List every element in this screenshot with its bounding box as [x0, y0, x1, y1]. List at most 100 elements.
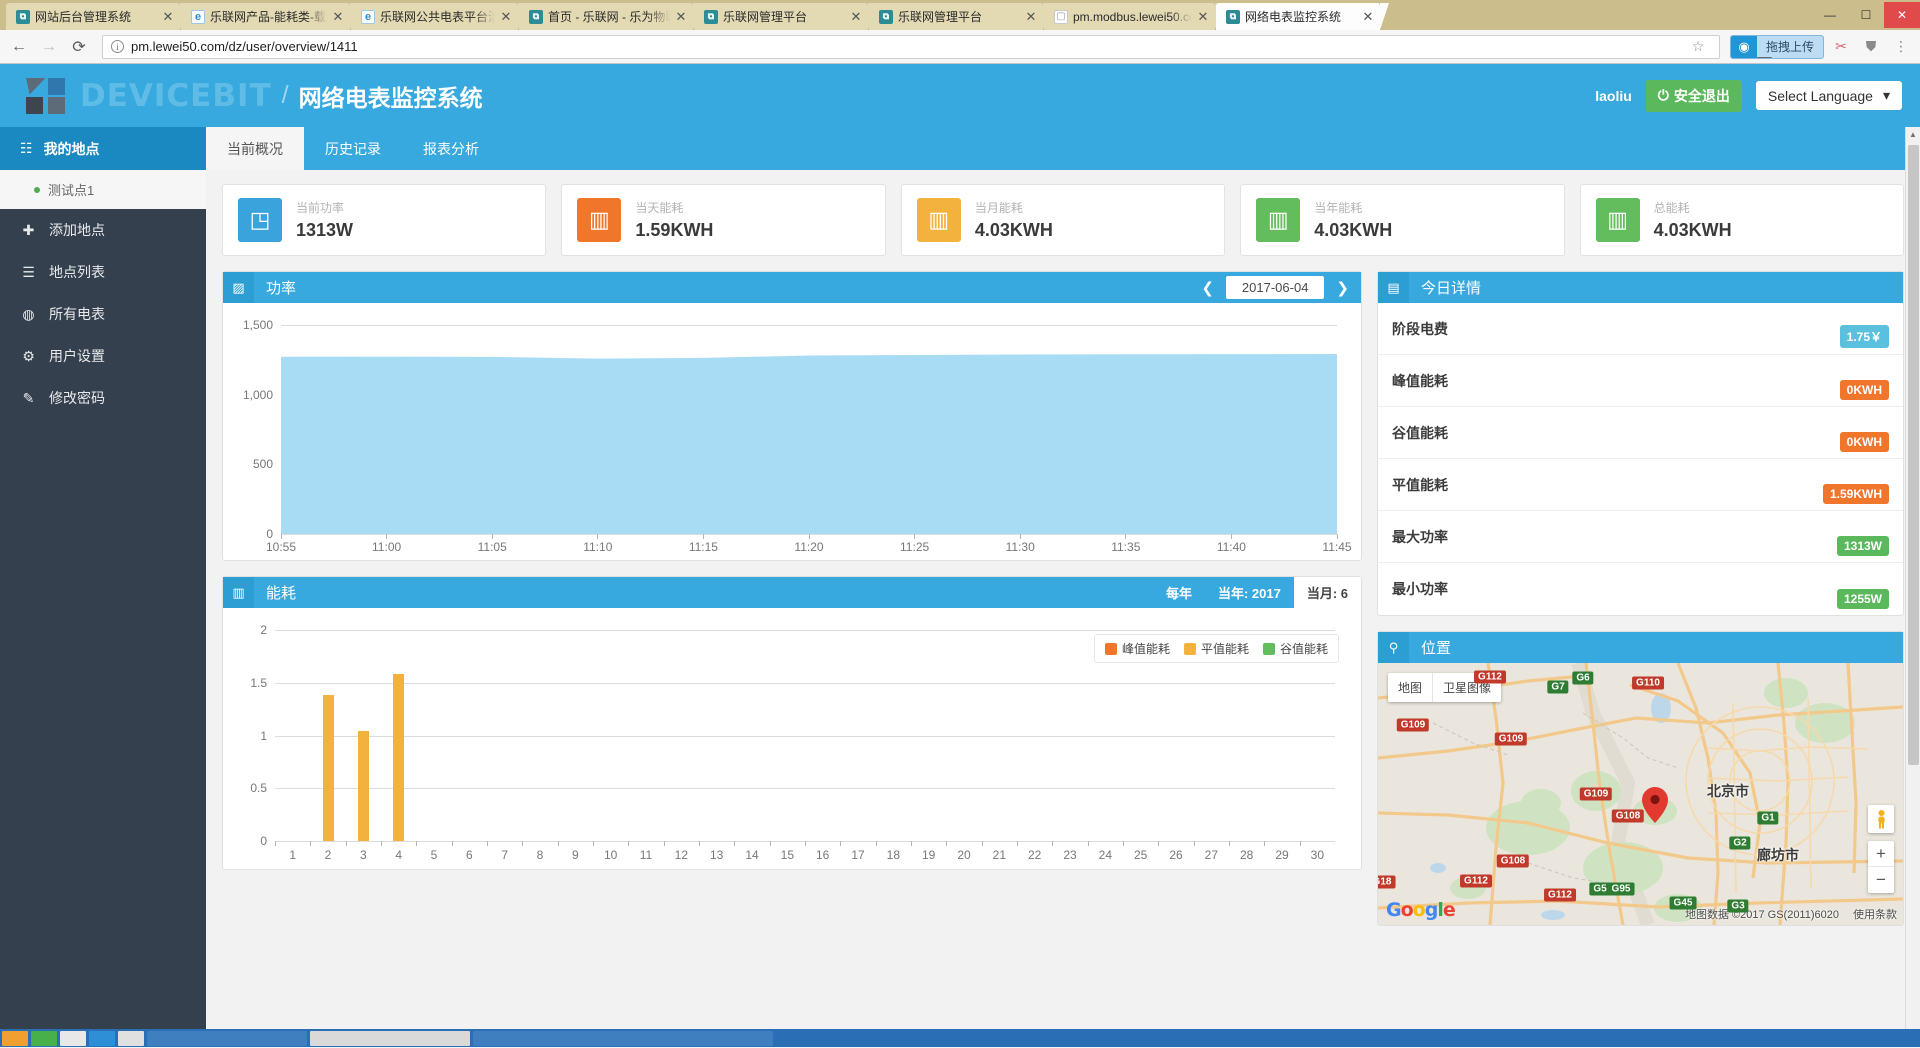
- tab-close-icon[interactable]: ✕: [1197, 9, 1209, 25]
- back-icon[interactable]: ←: [6, 34, 32, 60]
- taskbar-item[interactable]: [310, 1030, 470, 1046]
- browser-tab[interactable]: e 乐联网公共电表平台活动 ✕: [351, 3, 527, 30]
- next-day-button[interactable]: ❯: [1332, 279, 1353, 297]
- sidebar-item-3[interactable]: ◍ 所有电表: [0, 293, 206, 335]
- browser-tab[interactable]: ⧉ 网络电表监控系统 ✕: [1216, 3, 1389, 30]
- scroll-up-arrow-icon[interactable]: ▲: [1906, 127, 1920, 142]
- application-root: DEVICEBIT / 网络电表监控系统 laoliu ⏻ 安全退出 Selec…: [0, 64, 1920, 1047]
- legend-item[interactable]: 平值能耗: [1183, 640, 1249, 657]
- kpi-card: ▥ 总能耗 4.03KWH: [1579, 184, 1905, 256]
- road-shield-label: G112: [1474, 670, 1506, 684]
- zoom-in-button[interactable]: +: [1868, 841, 1894, 867]
- map-type-option-1[interactable]: 地图: [1388, 673, 1432, 702]
- bar[interactable]: [322, 695, 334, 841]
- logout-button[interactable]: ⏻ 安全退出: [1645, 79, 1742, 112]
- zoom-out-button[interactable]: −: [1868, 867, 1894, 893]
- legend-swatch: [1262, 642, 1275, 655]
- brand-logo[interactable]: DEVICEBIT: [26, 76, 272, 116]
- taskbar-item[interactable]: [2, 1030, 28, 1046]
- x-tick: [769, 841, 771, 846]
- language-select[interactable]: Select Language ▾: [1755, 81, 1902, 110]
- legend-item[interactable]: 峰值能耗: [1104, 640, 1170, 657]
- sidebar-item-2[interactable]: ☰ 地点列表: [0, 251, 206, 293]
- power-chart[interactable]: 0 500 1,000 1,500 10:55 11:00 11:05 11:10 11:15 1…: [223, 303, 1361, 560]
- content-tab[interactable]: 历史记录: [304, 127, 402, 170]
- taskbar-item[interactable]: [118, 1030, 144, 1046]
- content-tab[interactable]: 当前概况: [206, 127, 304, 170]
- taskbar-item[interactable]: [89, 1030, 115, 1046]
- sidebar-item-current-site[interactable]: 测试点1: [0, 170, 206, 209]
- browser-tab-title: 乐联网公共电表平台活动: [380, 9, 495, 24]
- energy-range-tab[interactable]: 当年: 2017: [1205, 577, 1294, 608]
- sidebar-item-4[interactable]: ⚙ 用户设置: [0, 335, 206, 377]
- browser-tab-title: 乐联网产品-能耗类-载波: [210, 9, 327, 24]
- scrollbar-thumb[interactable]: [1908, 145, 1919, 765]
- tab-close-icon[interactable]: ✕: [332, 9, 344, 25]
- taskbar-item[interactable]: [473, 1030, 773, 1046]
- map-viewport[interactable]: 地图 卫星图像 + − Google 地图数据 ©2017 GS(2011)60…: [1378, 663, 1903, 925]
- browser-tab[interactable]: ▢ pm.modbus.lewei50.co ✕: [1044, 3, 1224, 30]
- detail-label: 谷值能耗: [1392, 424, 1448, 441]
- taskbar-item[interactable]: [31, 1030, 57, 1046]
- taskbar-item[interactable]: [60, 1030, 86, 1046]
- energy-chart-legend: 峰值能耗 平值能耗 谷值能耗: [1093, 634, 1339, 663]
- browser-tab[interactable]: ⧉ 网站后台管理系统 ✕: [6, 3, 189, 30]
- reload-icon[interactable]: ⟳: [66, 34, 92, 60]
- prev-day-button[interactable]: ❮: [1197, 279, 1218, 297]
- browser-tab[interactable]: ⧉ 乐联网管理平台 ✕: [694, 3, 877, 30]
- bookmark-star-icon[interactable]: ☆: [1685, 34, 1711, 60]
- browser-tab[interactable]: e 乐联网产品-能耗类-载波 ✕: [181, 3, 359, 30]
- sidebar-header-my-sites[interactable]: ☷ 我的地点: [0, 127, 206, 170]
- tab-close-icon[interactable]: ✕: [1362, 9, 1374, 25]
- tab-close-icon[interactable]: ✕: [500, 9, 512, 25]
- header-right-group: laoliu ⏻ 安全退出 Select Language ▾: [1595, 79, 1902, 112]
- content-tab[interactable]: 报表分析: [402, 127, 500, 170]
- menu-icon[interactable]: ⋮: [1888, 34, 1914, 60]
- map-terms-link[interactable]: 使用条款: [1853, 906, 1897, 922]
- x-axis-label: 15: [780, 848, 795, 862]
- road-shield-label: G108: [1611, 809, 1645, 823]
- pegman-street-view-icon[interactable]: [1868, 805, 1894, 833]
- energy-range-tab[interactable]: 当月: 6: [1293, 577, 1361, 608]
- energy-range-tab[interactable]: 每年: [1153, 577, 1205, 608]
- energy-chart[interactable]: 0 0.5 1 1.5 2 1 2 3 4 5 6 7 8 9 10 11 12 13 14 15 16 17 18 19 20…: [223, 608, 1361, 869]
- bar[interactable]: [357, 731, 369, 841]
- address-bar[interactable]: i pm.lewei50.com/dz/user/overview/1411 ☆: [102, 34, 1720, 60]
- x-tick: [663, 841, 665, 846]
- browser-chrome: ⧉ 网站后台管理系统 ✕ e 乐联网产品-能耗类-载波 ✕ e 乐联网公共电表平台活动 ✕ ⧉ 首页…: [0, 0, 1920, 64]
- x-axis-label: 17: [851, 848, 865, 862]
- road-shield-label: G109: [1396, 718, 1430, 732]
- scissors-icon[interactable]: ✂: [1828, 34, 1854, 60]
- page-scrollbar[interactable]: ▲: [1905, 127, 1920, 1047]
- extension-off-badge: off: [1756, 56, 1772, 58]
- forward-icon[interactable]: →: [36, 34, 62, 60]
- share-icon: ⧉: [16, 9, 30, 24]
- date-input[interactable]: 2017-06-04: [1225, 276, 1325, 299]
- tab-close-icon[interactable]: ✕: [675, 9, 687, 25]
- bar[interactable]: [393, 674, 405, 841]
- location-marker-icon[interactable]: [1642, 787, 1668, 828]
- tab-close-icon[interactable]: ✕: [162, 9, 174, 25]
- share-icon: ⧉: [704, 9, 718, 24]
- kpi-value: 4.03KWH: [1653, 220, 1732, 240]
- minimize-button[interactable]: —: [1812, 2, 1848, 28]
- close-window-button[interactable]: ✕: [1884, 2, 1920, 28]
- upload-extension-button[interactable]: ◉ 拖拽上传 off: [1729, 34, 1824, 59]
- sidebar-item-5[interactable]: ✎ 修改密码: [0, 377, 206, 419]
- browser-tab[interactable]: ⧉ 首页 - 乐联网 - 乐为物联 ✕: [519, 3, 702, 30]
- map-pin-icon: ⚲: [1378, 632, 1409, 663]
- content-tabs: 当前概况 历史记录 报表分析: [206, 127, 1920, 170]
- maximize-button[interactable]: ☐: [1848, 2, 1884, 28]
- tab-close-icon[interactable]: ✕: [1025, 9, 1037, 25]
- shield-icon[interactable]: ⛊: [1858, 34, 1884, 60]
- legend-item[interactable]: 谷值能耗: [1262, 640, 1328, 657]
- today-detail-list: 阶段电费 1.75￥ 峰值能耗 0KWH 谷值能耗 0KWH 平值能耗 1.59KWH 最大功率…: [1378, 303, 1903, 615]
- tab-close-icon[interactable]: ✕: [850, 9, 862, 25]
- sidebar-item-1[interactable]: ✚ 添加地点: [0, 209, 206, 251]
- browser-tab[interactable]: ⧉ 乐联网管理平台 ✕: [869, 3, 1052, 30]
- e-icon: e: [361, 9, 375, 24]
- map-zoom-control[interactable]: + −: [1868, 841, 1894, 893]
- site-info-icon[interactable]: i: [111, 40, 124, 53]
- share-icon: ⧉: [879, 9, 893, 24]
- taskbar-item[interactable]: [147, 1030, 307, 1046]
